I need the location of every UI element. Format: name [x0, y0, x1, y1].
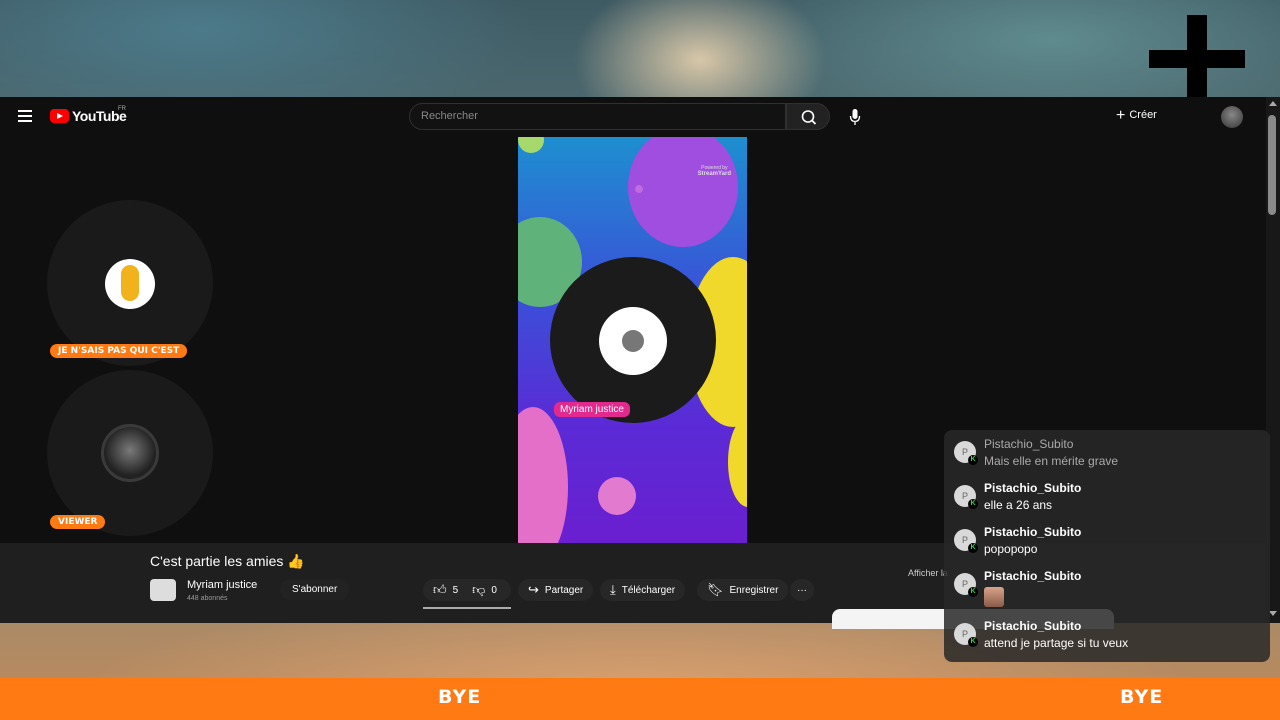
chat-username: Pistachio_Subito: [984, 437, 1074, 451]
decorative-blob: [518, 407, 568, 543]
speaker-name-tag: Myriam justice: [554, 402, 630, 417]
subscribe-button[interactable]: S'abonner: [280, 579, 350, 600]
youtube-logo-icon[interactable]: [50, 109, 69, 123]
cross-icon-bar: [1149, 50, 1245, 68]
streamyard-watermark: Powered by StreamYard: [698, 165, 731, 177]
kick-badge-icon: K: [968, 587, 978, 597]
decorative-blob: [518, 137, 544, 153]
video-title: C'est partie les amies 👍: [150, 553, 305, 569]
chat-overlay: PK Pistachio_Subito Mais elle en mérite …: [944, 430, 1270, 662]
channel-name[interactable]: Myriam justice: [187, 579, 257, 591]
scroll-down-arrow-icon[interactable]: [1269, 611, 1277, 616]
mascot-icon: [121, 265, 139, 301]
dislike-count: 0: [491, 584, 497, 596]
youtube-topbar: YouTube FR Rechercher + Créer: [0, 97, 1280, 137]
microphone-icon[interactable]: [849, 108, 861, 126]
decorative-blob: [628, 137, 738, 247]
thumbs-up-icon: 👍︎: [433, 582, 447, 597]
chat-avatar: PK: [954, 573, 978, 597]
video-player[interactable]: Powered by StreamYard Myriam justice: [518, 137, 747, 543]
create-button[interactable]: + Créer: [1116, 107, 1157, 125]
account-avatar[interactable]: [1221, 106, 1243, 128]
more-button[interactable]: ···: [790, 579, 814, 601]
share-label: Partager: [544, 584, 584, 596]
download-icon: ⤓: [610, 582, 616, 597]
chat-avatar: PK: [954, 623, 978, 647]
chat-text: elle a 26 ans: [984, 498, 1053, 512]
search-input[interactable]: Rechercher: [409, 103, 786, 130]
bye-text-left: BYE: [438, 686, 482, 708]
create-label: Créer: [1129, 109, 1157, 121]
scrollbar-thumb[interactable]: [1268, 115, 1276, 215]
decorative-blob: [728, 417, 747, 507]
plus-icon: +: [1116, 107, 1126, 124]
bye-text-right: BYE: [1120, 686, 1164, 708]
download-button[interactable]: ⤓ Télécharger: [600, 579, 686, 601]
kick-badge-icon: K: [968, 455, 978, 465]
chat-text: popopopo: [984, 542, 1038, 556]
user-placeholder-icon: [599, 307, 667, 375]
bookmark-icon: 🔖︎: [707, 582, 724, 597]
chat-avatar: PK: [954, 441, 978, 465]
decorative-blob: [635, 185, 643, 193]
like-underline: [423, 607, 511, 609]
download-label: Télécharger: [621, 584, 676, 596]
share-button[interactable]: ↪ Partager: [518, 579, 594, 601]
scroll-up-arrow-icon[interactable]: [1269, 101, 1277, 106]
participant-tag: JE N'SAIS PAS QUI C'EST: [50, 344, 188, 358]
hamburger-menu-icon[interactable]: [18, 110, 32, 122]
chat-avatar: PK: [954, 529, 978, 553]
like-button[interactable]: 👍︎ 5 👎︎ 0: [423, 579, 511, 601]
chat-username: Pistachio_Subito: [984, 481, 1082, 495]
chat-username: Pistachio_Subito: [984, 619, 1082, 633]
bottom-banner: BYE BYE: [0, 678, 1280, 720]
more-icon: ···: [797, 584, 807, 596]
kick-badge-icon: K: [968, 499, 978, 509]
participant-avatar: [101, 424, 159, 482]
search-icon: [801, 110, 817, 125]
chat-username: Pistachio_Subito: [984, 525, 1082, 539]
show-chat-link[interactable]: Afficher la: [908, 568, 948, 578]
participant-tag: VIEWER: [50, 515, 106, 529]
chat-text: Mais elle en mérite grave: [984, 454, 1119, 468]
chat-text: attend je partage si tu veux: [984, 636, 1129, 650]
region-code: FR: [118, 106, 126, 112]
thumbs-down-icon[interactable]: 👎︎: [472, 582, 485, 598]
face-emote-icon: [984, 587, 1004, 607]
decorative-blob: [598, 477, 636, 515]
chat-avatar: PK: [954, 485, 978, 509]
channel-avatar[interactable]: [150, 579, 176, 601]
share-icon: ↪: [528, 582, 539, 597]
save-button[interactable]: 🔖︎ Enregistrer: [697, 579, 789, 601]
kick-badge-icon: K: [968, 543, 978, 553]
save-label: Enregistrer: [729, 584, 779, 596]
like-count: 5: [452, 584, 459, 596]
kick-badge-icon: K: [968, 637, 978, 647]
watermark-brand: StreamYard: [697, 171, 731, 177]
participant-avatar: [105, 259, 155, 309]
search-button[interactable]: [786, 103, 830, 130]
subscriber-count: 448 abonnés: [187, 595, 228, 602]
chat-username: Pistachio_Subito: [984, 569, 1082, 583]
